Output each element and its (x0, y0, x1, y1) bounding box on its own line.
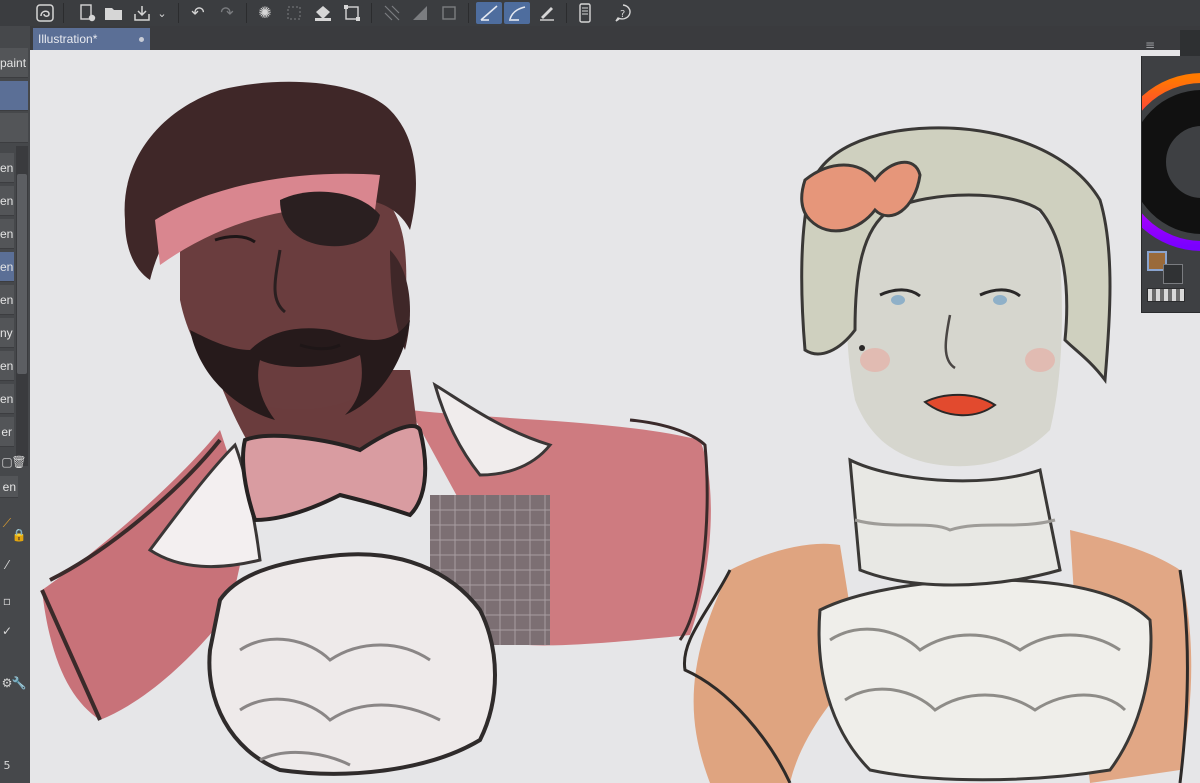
trash-icon[interactable]: 🗑 (11, 453, 26, 471)
layer-scrollbar[interactable] (16, 146, 28, 466)
page-number: 5 (0, 756, 14, 774)
brush-setting-icon[interactable]: ⁄ (0, 556, 14, 574)
panel-menu-icon[interactable]: ≡ (1145, 38, 1155, 52)
transparent-color-swatch[interactable] (1147, 288, 1185, 302)
tool-label-paint[interactable]: paint (0, 48, 28, 78)
layer-name: en (0, 392, 14, 406)
layer-name: en (0, 161, 14, 175)
svg-text:?: ? (620, 9, 625, 20)
transform-icon[interactable] (283, 2, 305, 24)
layer-name: en (0, 227, 14, 241)
snap-ruler-icon[interactable] (476, 2, 502, 24)
layer-name: en (0, 293, 14, 307)
layer-scrollbar-thumb[interactable] (17, 174, 27, 374)
export-icon[interactable] (131, 2, 153, 24)
panel-close-strip[interactable] (1180, 30, 1200, 56)
help-icon[interactable]: ? (612, 2, 634, 24)
layer-row[interactable]: ny (0, 318, 14, 348)
layer-row[interactable]: en (0, 285, 14, 315)
selected-tool-slot[interactable] (0, 81, 28, 111)
drawing-canvas[interactable] (30, 50, 1200, 783)
unsaved-dot-icon (139, 37, 144, 42)
check-icon[interactable]: ✓ (0, 622, 14, 640)
sub-color-swatch[interactable] (1163, 264, 1183, 284)
fill-icon[interactable] (312, 2, 334, 24)
sub-tool-label[interactable]: en (0, 476, 18, 498)
layer-row[interactable]: en (0, 219, 14, 249)
left-layer-panel: paint en en en en en ny en en er ▢ 🗑 en … (0, 26, 30, 783)
layer-name: en (0, 194, 14, 208)
snap-icon[interactable] (438, 2, 460, 24)
select-area-icon[interactable] (341, 2, 363, 24)
tool-label-text: paint (0, 56, 27, 70)
tool-slot[interactable] (0, 113, 28, 143)
new-file-icon[interactable] (76, 2, 98, 24)
lock-icon[interactable]: 🔒 (12, 526, 27, 544)
layer-row[interactable]: en (0, 351, 14, 381)
undo-icon[interactable]: ↶ (187, 2, 209, 24)
layer-name: en (0, 260, 14, 274)
layer-name: en (0, 359, 14, 373)
snap-special-ruler-icon[interactable] (504, 2, 530, 24)
redo-icon[interactable]: ↷ (216, 2, 238, 24)
sub-tool-text: en (2, 480, 16, 494)
layer-row[interactable]: en (0, 153, 14, 183)
app-logo-icon[interactable] (34, 2, 56, 24)
open-folder-icon[interactable] (103, 2, 125, 24)
document-tab-title: Illustration* (38, 32, 98, 46)
stabilize-icon[interactable]: ▫ (0, 592, 14, 610)
ruler-icon[interactable] (409, 2, 431, 24)
layer-row[interactable]: en (0, 186, 14, 216)
page-number-text: 5 (3, 758, 11, 772)
document-tab[interactable]: Illustration* (33, 28, 150, 50)
artwork-illustration (40, 81, 1192, 783)
layer-name: er (1, 425, 12, 439)
device-icon[interactable] (574, 2, 596, 24)
layer-name: ny (0, 326, 13, 340)
show-grid-icon[interactable] (381, 2, 403, 24)
layer-row[interactable]: en (0, 384, 14, 414)
layer-row[interactable]: er (0, 417, 14, 447)
document-tab-bar: Illustration* (30, 26, 1200, 50)
layer-row-selected[interactable]: en (0, 252, 14, 282)
edit-ruler-icon[interactable] (536, 2, 558, 24)
wrench-icon[interactable]: 🔧 (12, 674, 27, 692)
loading-spinner-icon[interactable]: ✺ (254, 2, 276, 24)
dropdown-chevron-icon[interactable]: ⌄ (155, 2, 169, 24)
main-toolbar: ⌄ ↶ ↷ ✺ ? (0, 0, 1200, 27)
